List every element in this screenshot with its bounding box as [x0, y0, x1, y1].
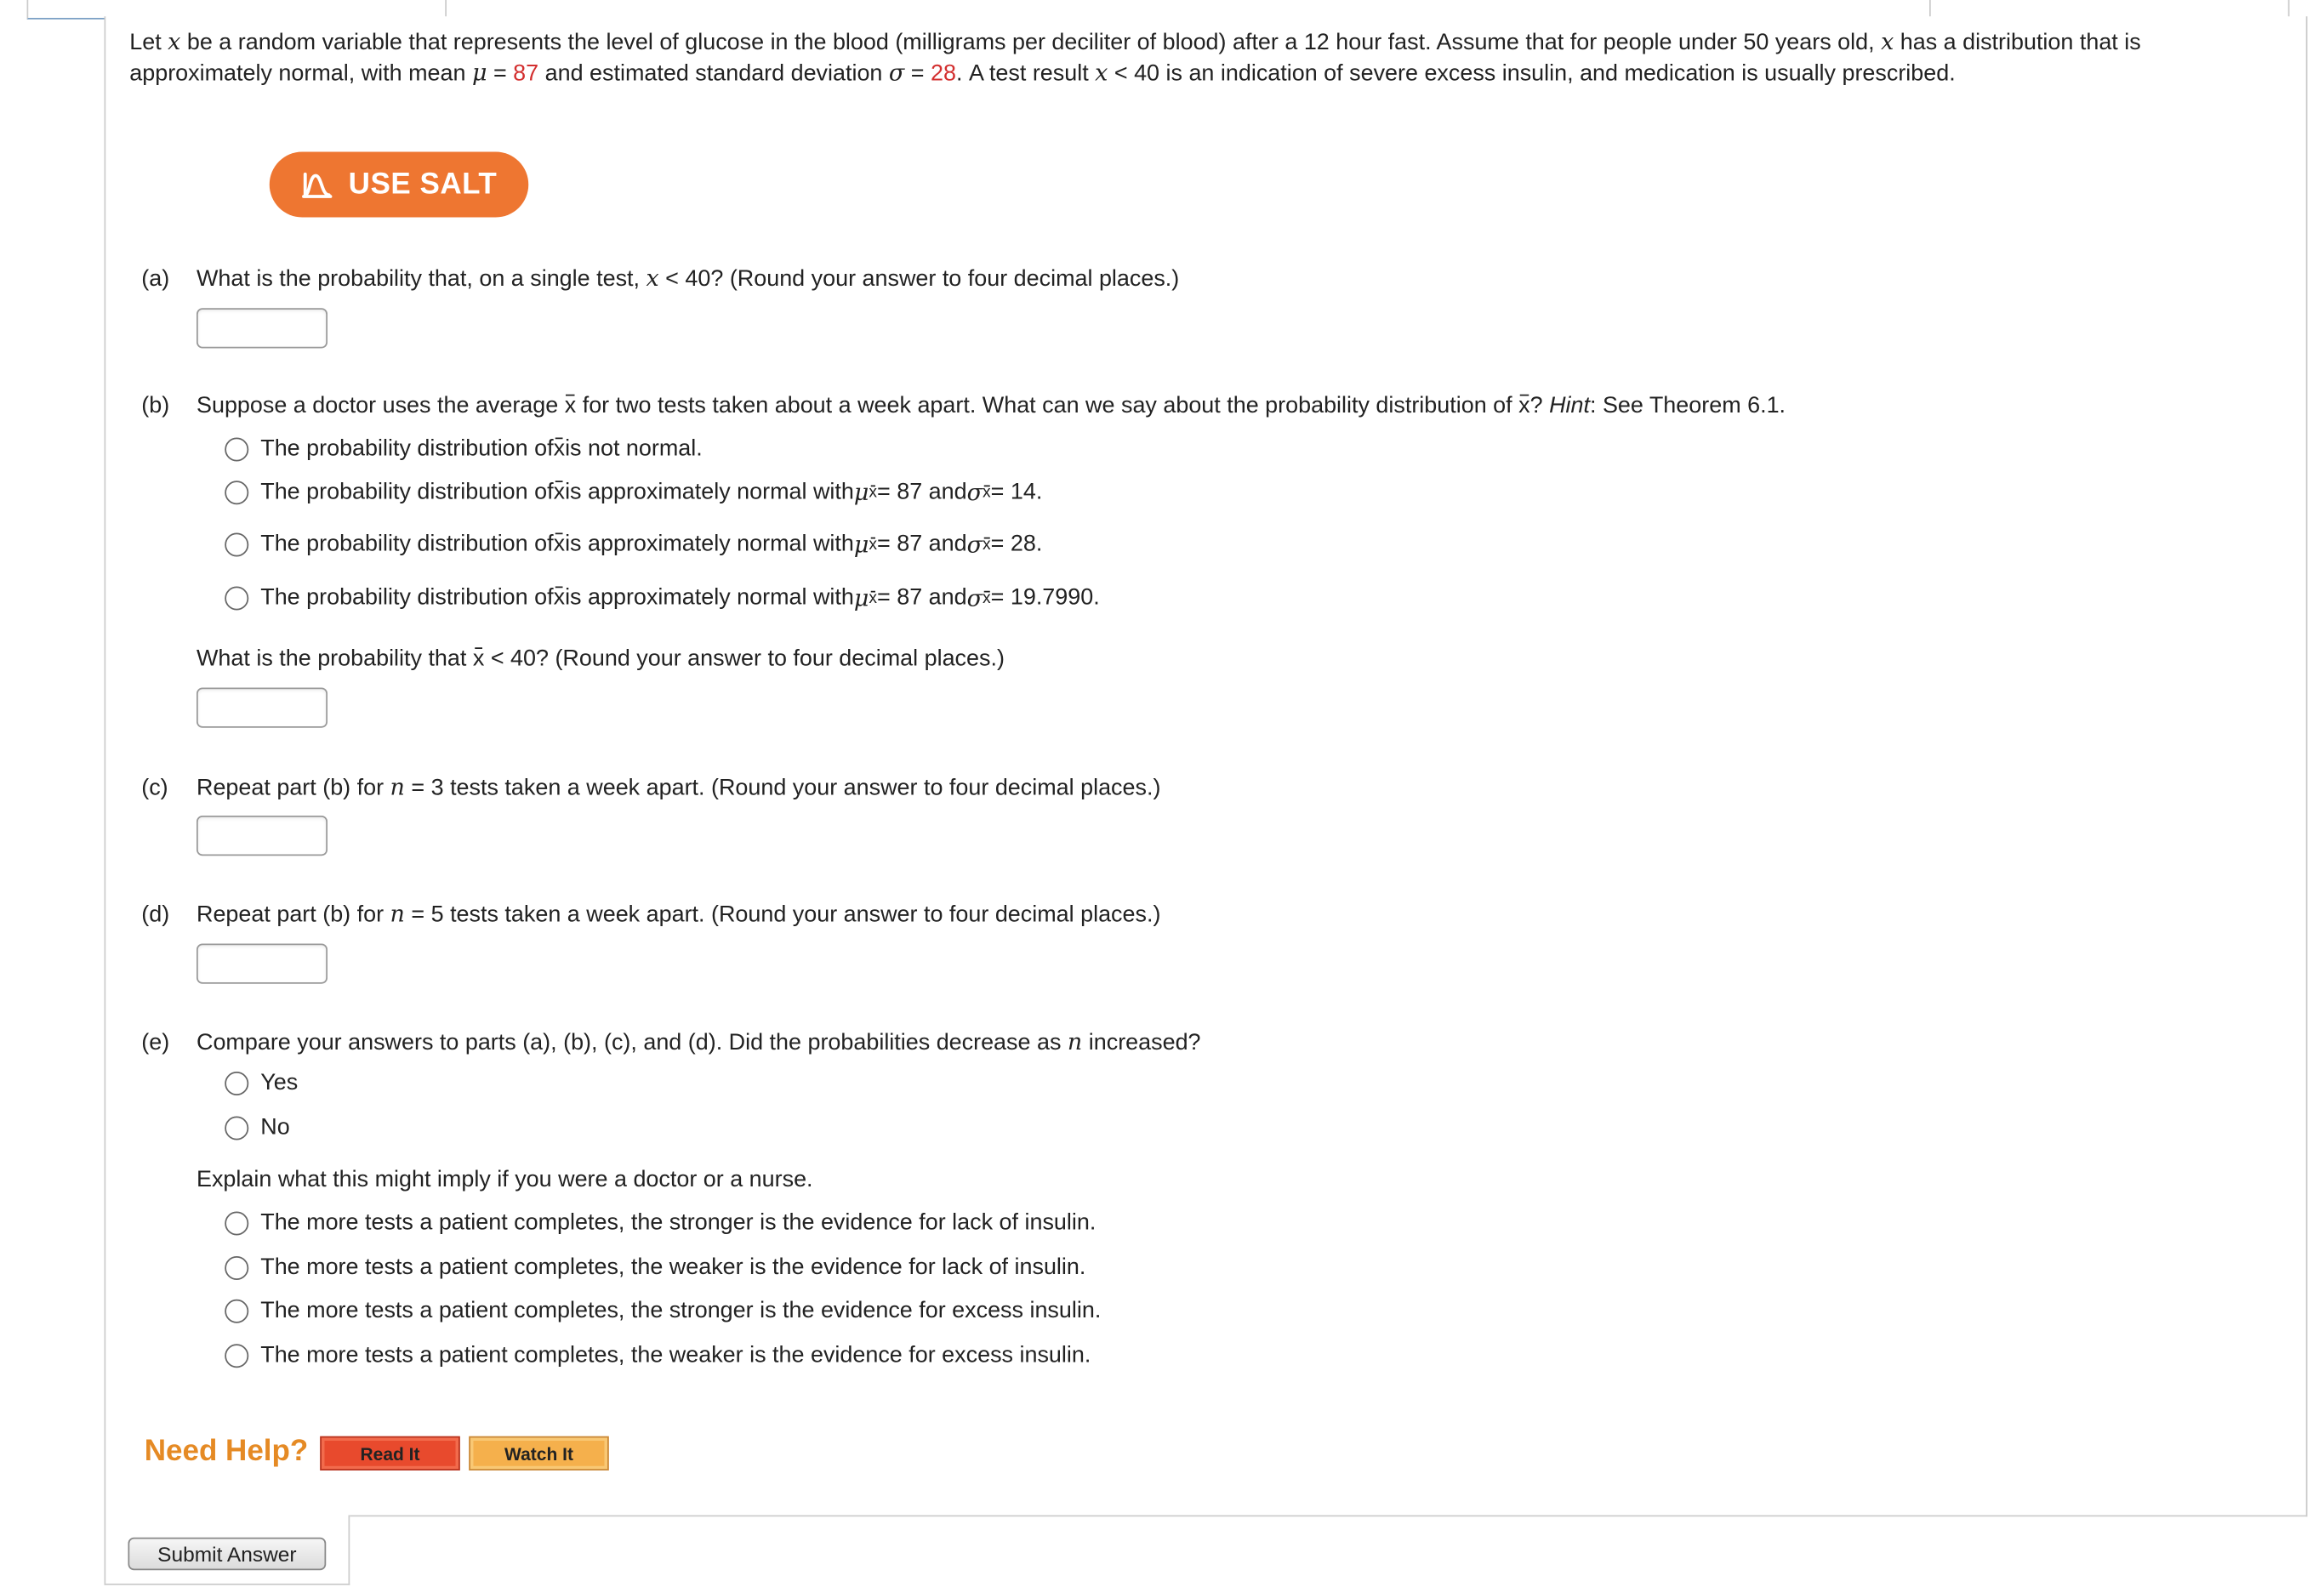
part-e-explain-option-4[interactable]: The more tests a patient completes, the …: [225, 1343, 1091, 1370]
part-b-option-1[interactable]: The probability distribution of x is not…: [225, 436, 703, 464]
need-help-label: Need Help?: [144, 1435, 309, 1468]
part-e-option-yes[interactable]: Yes: [225, 1070, 298, 1097]
sd-value: 28: [931, 60, 956, 87]
part-b-followup: What is the probability that x < 40? (Ro…: [197, 646, 1005, 672]
mean-value: 87: [513, 60, 539, 87]
read-it-button[interactable]: Read It: [320, 1436, 460, 1470]
submit-answer-button[interactable]: Submit Answer: [128, 1537, 327, 1571]
part-d-answer-input[interactable]: [197, 943, 328, 984]
top-tab-strip: [0, 0, 2324, 20]
question-canvas: Let x be a random variable that represen…: [0, 0, 2324, 1587]
var-x: x: [168, 28, 181, 55]
part-b-option-3[interactable]: The probability distribution of x is app…: [225, 532, 1042, 558]
part-c-answer-input[interactable]: [197, 816, 328, 856]
var-x: x: [1095, 60, 1108, 87]
part-a-question: (a) What is the probability that, on a si…: [141, 264, 1180, 293]
radio-button[interactable]: [225, 1211, 249, 1236]
x-bar: x: [1518, 393, 1530, 418]
part-a-answer-input[interactable]: [197, 308, 328, 349]
radio-button[interactable]: [225, 1299, 249, 1323]
radio-button[interactable]: [225, 586, 249, 611]
radio-button[interactable]: [225, 532, 249, 557]
mu-symbol: μ: [471, 60, 487, 87]
part-b-answer-input[interactable]: [197, 687, 328, 728]
radio-button[interactable]: [225, 437, 249, 462]
radio-button[interactable]: [225, 1072, 249, 1095]
radio-button[interactable]: [225, 1116, 249, 1140]
sigma-symbol: σ: [888, 60, 905, 87]
question-intro: Let x be a random variable that represen…: [129, 28, 2141, 87]
part-e-explain-prompt: Explain what this might imply if you wer…: [197, 1167, 813, 1192]
question-panel: [104, 16, 2308, 1517]
part-b-question: (b) Suppose a doctor uses the average x f…: [141, 393, 1786, 418]
radio-button[interactable]: [225, 1256, 249, 1280]
part-e-explain-option-1[interactable]: The more tests a patient completes, the …: [225, 1210, 1096, 1237]
radio-button[interactable]: [225, 1344, 249, 1368]
part-e-question: (e) Compare your answers to parts (a), (b…: [141, 1028, 1201, 1055]
part-d-question: (d) Repeat part (b) for n = 5 tests taken…: [141, 900, 1161, 928]
part-e-explain-option-3[interactable]: The more tests a patient completes, the …: [225, 1298, 1101, 1325]
part-c-question: (c) Repeat part (b) for n = 3 tests taken…: [141, 774, 1161, 801]
hint-label: Hint: [1549, 393, 1590, 418]
salt-chart-icon: [302, 172, 333, 198]
use-salt-button[interactable]: USE SALT: [269, 151, 529, 218]
x-bar: x: [564, 393, 577, 418]
var-x: x: [1881, 28, 1894, 55]
part-b-option-2[interactable]: The probability distribution of x is app…: [225, 480, 1042, 506]
part-b-option-4[interactable]: The probability distribution of x is app…: [225, 585, 1100, 611]
part-e-explain-option-2[interactable]: The more tests a patient completes, the …: [225, 1254, 1085, 1282]
radio-button[interactable]: [225, 481, 249, 505]
part-e-option-no[interactable]: No: [225, 1115, 290, 1142]
watch-it-button[interactable]: Watch It: [469, 1436, 609, 1470]
